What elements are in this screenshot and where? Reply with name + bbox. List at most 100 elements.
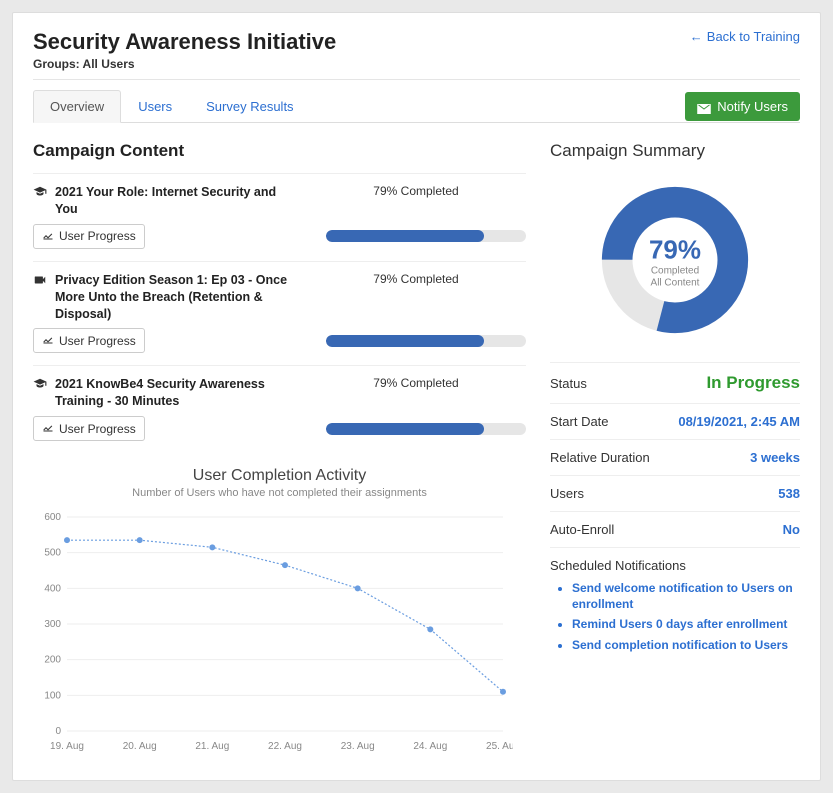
chart-icon [42, 421, 54, 436]
notifications-list: Send welcome notification to Users on en… [550, 581, 800, 653]
page-header: Security Awareness Initiative Groups: Al… [33, 29, 800, 79]
completed-label: 79% Completed [306, 184, 526, 198]
donut-percent: 79% [649, 234, 701, 265]
content-title: 2021 KnowBe4 Security Awareness Training… [55, 376, 298, 410]
content-row2: User Progress [33, 224, 526, 249]
chart-subtitle: Number of Users who have not completed t… [33, 487, 526, 499]
content-heading: Campaign Content [33, 141, 526, 161]
svg-text:400: 400 [44, 583, 61, 594]
graduation-cap-icon [33, 185, 47, 199]
chart-icon [42, 333, 54, 348]
summary-value: No [783, 522, 800, 537]
donut-sub1: Completed [649, 265, 701, 277]
content-item: Privacy Edition Season 1: Ep 03 - Once M… [33, 261, 526, 366]
tab-users[interactable]: Users [121, 90, 189, 123]
progress-bar [326, 335, 526, 347]
user-completion-chart: 0 100 200 300 400 500 600 19. Aug 20. Aug 21. Aug… [33, 507, 513, 757]
content-row2: User Progress [33, 416, 526, 441]
user-progress-button[interactable]: User Progress [33, 328, 145, 353]
arrow-left-icon: ← [690, 29, 703, 44]
notify-users-button[interactable]: Notify Users [685, 92, 800, 121]
notifications-heading: Scheduled Notifications [550, 547, 800, 573]
summary-row-relative-duration: Relative Duration 3 weeks [550, 439, 800, 475]
summary-row-users: Users 538 [550, 475, 800, 511]
svg-text:100: 100 [44, 690, 61, 701]
progress-fill [326, 335, 484, 347]
summary-value: In Progress [706, 373, 800, 393]
user-progress-label: User Progress [59, 422, 136, 436]
notification-link[interactable]: Send completion notification to Users [572, 638, 800, 654]
right-column: Campaign Summary 79% Completed All Conte… [550, 141, 800, 760]
left-column: Campaign Content 2021 Your Role: Interne… [33, 141, 526, 760]
back-link-label: Back to Training [707, 29, 800, 44]
summary-row-auto-enroll: Auto-Enroll No [550, 511, 800, 547]
progress-bar [326, 230, 526, 242]
envelope-icon [697, 102, 711, 112]
summary-rows: Status In Progress Start Date 08/19/2021, 2… [550, 362, 800, 547]
svg-text:19. Aug: 19. Aug [50, 741, 84, 752]
video-camera-icon [33, 273, 47, 287]
svg-text:600: 600 [44, 512, 61, 523]
content-row1: Privacy Edition Season 1: Ep 03 - Once M… [33, 272, 526, 323]
content-row1: 2021 KnowBe4 Security Awareness Training… [33, 376, 526, 410]
content-progress-block: 79% Completed [306, 184, 526, 201]
svg-text:22. Aug: 22. Aug [268, 741, 302, 752]
completed-label: 79% Completed [306, 376, 526, 390]
summary-label: Status [550, 376, 587, 391]
progress-bar [326, 423, 526, 435]
notify-button-label: Notify Users [717, 99, 788, 114]
summary-value: 538 [778, 486, 800, 501]
svg-text:21. Aug: 21. Aug [195, 741, 229, 752]
chart-section: User Completion Activity Number of Users… [33, 467, 526, 760]
content-row2: User Progress [33, 328, 526, 353]
content-title: 2021 Your Role: Internet Security and Yo… [55, 184, 298, 218]
notification-link[interactable]: Remind Users 0 days after enrollment [572, 617, 800, 633]
user-progress-button[interactable]: User Progress [33, 224, 145, 249]
content-title: Privacy Edition Season 1: Ep 03 - Once M… [55, 272, 298, 323]
svg-text:24. Aug: 24. Aug [413, 741, 447, 752]
summary-heading: Campaign Summary [550, 141, 800, 161]
donut-wrap: 79% Completed All Content [550, 175, 800, 348]
progress-fill [326, 423, 484, 435]
columns: Campaign Content 2021 Your Role: Interne… [33, 141, 800, 760]
chart-icon [42, 229, 54, 244]
graduation-cap-icon [33, 377, 47, 391]
progress-fill [326, 230, 484, 242]
content-item: 2021 Your Role: Internet Security and Yo… [33, 173, 526, 261]
summary-label: Auto-Enroll [550, 522, 614, 537]
svg-text:300: 300 [44, 619, 61, 630]
tab-overview[interactable]: Overview [33, 90, 121, 123]
tab-survey-results[interactable]: Survey Results [189, 90, 310, 123]
donut-sub2: All Content [649, 277, 701, 289]
svg-text:200: 200 [44, 655, 61, 666]
summary-value: 08/19/2021, 2:45 AM [678, 414, 800, 429]
svg-text:500: 500 [44, 548, 61, 559]
content-item: 2021 KnowBe4 Security Awareness Training… [33, 365, 526, 453]
back-to-training-link[interactable]: ← Back to Training [690, 29, 800, 44]
svg-text:0: 0 [55, 726, 61, 737]
campaign-page: Security Awareness Initiative Groups: Al… [12, 12, 821, 781]
page-title: Security Awareness Initiative [33, 29, 336, 55]
user-progress-button[interactable]: User Progress [33, 416, 145, 441]
groups-subhead: Groups: All Users [33, 57, 336, 71]
notification-link[interactable]: Send welcome notification to Users on en… [572, 581, 800, 612]
summary-label: Start Date [550, 414, 609, 429]
tab-row: OverviewUsersSurvey Results Notify Users [33, 79, 800, 123]
user-progress-label: User Progress [59, 334, 136, 348]
svg-text:20. Aug: 20. Aug [123, 741, 157, 752]
user-progress-label: User Progress [59, 229, 136, 243]
svg-text:23. Aug: 23. Aug [341, 741, 375, 752]
summary-value: 3 weeks [750, 450, 800, 465]
summary-label: Relative Duration [550, 450, 650, 465]
title-block: Security Awareness Initiative Groups: Al… [33, 29, 336, 79]
content-list: 2021 Your Role: Internet Security and Yo… [33, 173, 526, 453]
content-row1: 2021 Your Role: Internet Security and Yo… [33, 184, 526, 218]
summary-row-status: Status In Progress [550, 362, 800, 403]
tabs: OverviewUsersSurvey Results [33, 90, 311, 123]
summary-label: Users [550, 486, 584, 501]
svg-text:25. Aug: 25. Aug [486, 741, 513, 752]
content-progress-block: 79% Completed [306, 376, 526, 393]
completed-label: 79% Completed [306, 272, 526, 286]
content-progress-block: 79% Completed [306, 272, 526, 289]
summary-row-start-date: Start Date 08/19/2021, 2:45 AM [550, 403, 800, 439]
